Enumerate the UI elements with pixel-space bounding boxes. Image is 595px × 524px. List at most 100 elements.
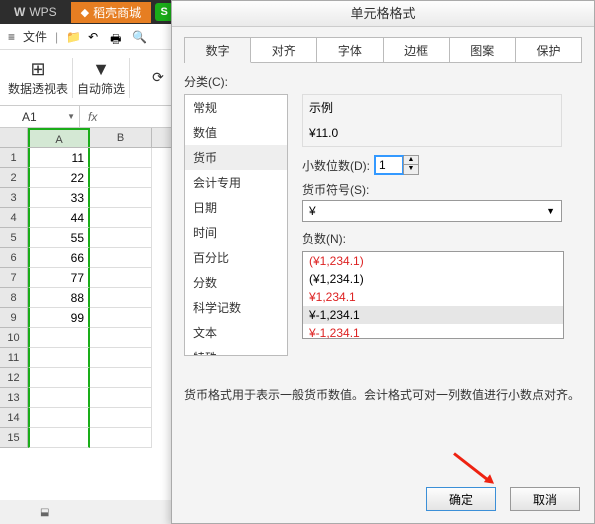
preview-icon[interactable]: 🔍: [132, 30, 146, 44]
cell[interactable]: [90, 188, 152, 208]
row-header[interactable]: 6: [0, 248, 27, 268]
negative-format-item[interactable]: ¥1,234.1: [303, 288, 563, 306]
negative-format-list[interactable]: (¥1,234.1)(¥1,234.1)¥1,234.1¥-1,234.1¥-1…: [302, 251, 564, 339]
cell[interactable]: [90, 228, 152, 248]
filter-button[interactable]: ▼ 自动筛选: [77, 54, 125, 101]
ok-button[interactable]: 确定: [426, 487, 496, 511]
negative-format-item[interactable]: ¥-1,234.1: [303, 324, 563, 342]
print-icon[interactable]: 🖶: [110, 30, 124, 44]
spin-down-icon[interactable]: ▼: [404, 165, 418, 174]
category-item[interactable]: 货币: [185, 145, 287, 170]
negative-format-item[interactable]: (¥1,234.1): [303, 270, 563, 288]
category-item[interactable]: 日期: [185, 195, 287, 220]
folder-icon[interactable]: 📁: [66, 30, 80, 44]
cell[interactable]: [90, 348, 152, 368]
cell[interactable]: 88: [28, 288, 90, 308]
decimals-spinner[interactable]: ▲ ▼: [374, 155, 419, 175]
hamburger-icon[interactable]: ≡: [8, 30, 15, 44]
cell[interactable]: [90, 168, 152, 188]
category-item[interactable]: 数值: [185, 120, 287, 145]
spin-up-icon[interactable]: ▲: [404, 156, 418, 165]
negative-format-item[interactable]: (¥1,234.1): [303, 252, 563, 270]
dialog-tab[interactable]: 保护: [516, 38, 581, 62]
cancel-button[interactable]: 取消: [510, 487, 580, 511]
mall-button[interactable]: ◆ 稻壳商城: [71, 2, 151, 23]
category-item[interactable]: 文本: [185, 320, 287, 345]
row-header[interactable]: 10: [0, 328, 27, 348]
chevron-down-icon[interactable]: ▼: [546, 206, 555, 216]
dialog-tab[interactable]: 边框: [384, 38, 450, 62]
cell[interactable]: [90, 288, 152, 308]
file-menu[interactable]: 文件: [23, 28, 47, 45]
category-item[interactable]: 科学记数: [185, 295, 287, 320]
row-header[interactable]: 2: [0, 168, 27, 188]
category-label: 分类(C):: [184, 73, 582, 90]
cell[interactable]: [28, 368, 90, 388]
cell[interactable]: [28, 408, 90, 428]
cell[interactable]: [28, 428, 90, 448]
decimals-input[interactable]: [375, 156, 403, 174]
cell[interactable]: [90, 368, 152, 388]
cell[interactable]: 11: [28, 148, 90, 168]
row-header[interactable]: 13: [0, 388, 27, 408]
example-value: ¥11.0: [305, 122, 559, 144]
col-header[interactable]: A: [28, 128, 90, 147]
negative-format-item[interactable]: ¥-1,234.1: [303, 306, 563, 324]
category-item[interactable]: 会计专用: [185, 170, 287, 195]
category-item[interactable]: 特殊: [185, 345, 287, 356]
cell[interactable]: 99: [28, 308, 90, 328]
cell[interactable]: 66: [28, 248, 90, 268]
row-header[interactable]: 8: [0, 288, 27, 308]
cell[interactable]: [90, 208, 152, 228]
separator: [72, 58, 73, 98]
row-header[interactable]: 1: [0, 148, 27, 168]
format-description: 货币格式用于表示一般货币数值。会计格式可对一列数值进行小数点对齐。: [184, 386, 582, 403]
dialog-tab[interactable]: 对齐: [251, 38, 317, 62]
row-header[interactable]: 14: [0, 408, 27, 428]
category-list[interactable]: 常规数值货币会计专用日期时间百分比分数科学记数文本特殊自定义: [184, 94, 288, 356]
cell[interactable]: [90, 148, 152, 168]
cell[interactable]: 33: [28, 188, 90, 208]
cell[interactable]: [90, 428, 152, 448]
dialog-tab[interactable]: 图案: [450, 38, 516, 62]
chevron-down-icon[interactable]: ▼: [67, 112, 75, 121]
pivot-button[interactable]: ⊞ 数据透视表: [8, 54, 68, 101]
row-header[interactable]: 7: [0, 268, 27, 288]
row-header[interactable]: 3: [0, 188, 27, 208]
row-header[interactable]: 12: [0, 368, 27, 388]
cell[interactable]: 77: [28, 268, 90, 288]
cell[interactable]: [90, 388, 152, 408]
col-header[interactable]: B: [90, 128, 152, 147]
scrollbar-icon[interactable]: ⬓: [40, 507, 49, 518]
row-header[interactable]: 5: [0, 228, 27, 248]
fx-icon[interactable]: fx: [80, 110, 105, 124]
cell[interactable]: [28, 328, 90, 348]
category-item[interactable]: 常规: [185, 95, 287, 120]
cell[interactable]: [90, 268, 152, 288]
currency-symbol-select[interactable]: ¥ ▼: [302, 200, 562, 222]
category-item[interactable]: 时间: [185, 220, 287, 245]
name-box[interactable]: A1 ▼: [0, 106, 80, 127]
row-header[interactable]: 11: [0, 348, 27, 368]
row-header[interactable]: 9: [0, 308, 27, 328]
cell[interactable]: 55: [28, 228, 90, 248]
category-item[interactable]: 百分比: [185, 245, 287, 270]
cell[interactable]: 44: [28, 208, 90, 228]
symbol-label: 货币符号(S):: [302, 181, 369, 198]
dialog-tab[interactable]: 数字: [185, 38, 251, 63]
category-item[interactable]: 分数: [185, 270, 287, 295]
cell[interactable]: [90, 328, 152, 348]
wps-brand[interactable]: W WPS: [4, 3, 67, 21]
row-header[interactable]: 4: [0, 208, 27, 228]
cell[interactable]: 22: [28, 168, 90, 188]
cell[interactable]: [90, 308, 152, 328]
select-all-corner[interactable]: [0, 128, 28, 148]
cell[interactable]: [28, 388, 90, 408]
dialog-tab[interactable]: 字体: [317, 38, 383, 62]
cell[interactable]: [28, 348, 90, 368]
undo-icon[interactable]: ↶: [88, 30, 102, 44]
row-header[interactable]: 15: [0, 428, 27, 448]
cell[interactable]: [90, 248, 152, 268]
dialog-title: 单元格格式: [172, 1, 594, 27]
cell[interactable]: [90, 408, 152, 428]
